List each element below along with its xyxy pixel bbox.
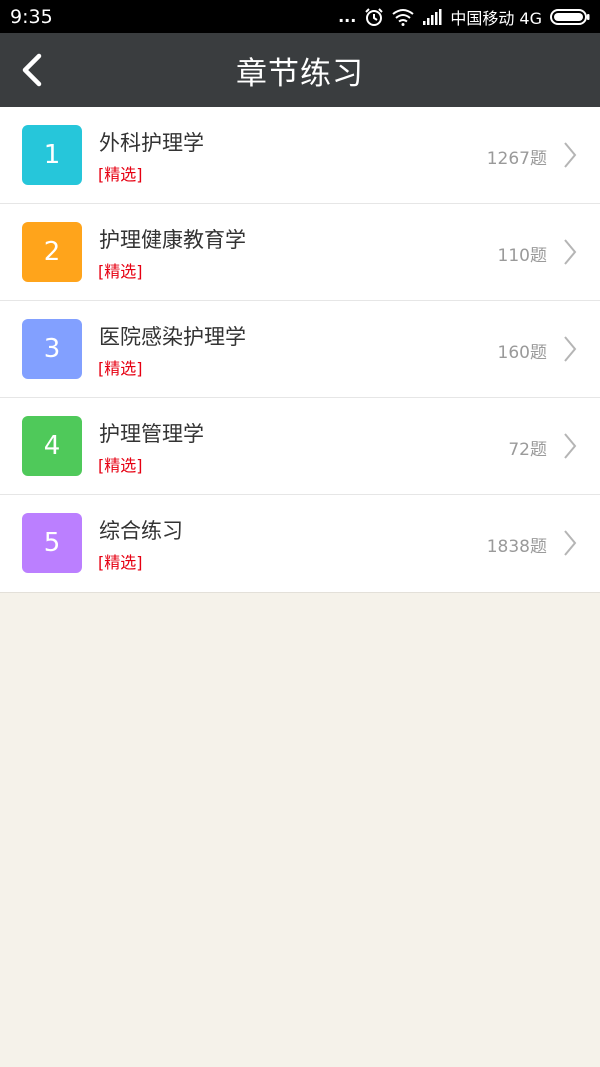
chapter-title: 综合练习 [99,519,183,543]
chevron-right-icon [564,433,577,459]
question-count: 160题 [497,343,547,363]
status-icons: ... 中国移动 4G [338,5,590,29]
chapter-number-badge: 4 [22,416,82,476]
chapter-number-badge: 5 [22,513,82,573]
chapter-row[interactable]: 2 护理健康教育学 [精选] 110题 [0,204,600,301]
chapter-title: 外科护理学 [99,131,204,155]
signal-icon [422,8,442,25]
chapter-number-badge: 3 [22,319,82,379]
chapter-number-badge: 1 [22,125,82,185]
back-icon [22,53,42,87]
chevron-right-icon [564,336,577,362]
status-bar: 9:35 ... 中国移动 4G [0,0,600,33]
chapter-row[interactable]: 4 护理管理学 [精选] 72题 [0,398,600,495]
chevron-right-icon [564,530,577,556]
featured-tag: [精选] [98,553,143,572]
question-count: 1267题 [486,149,547,169]
chapter-row[interactable]: 5 综合练习 [精选] 1838题 [0,495,600,592]
featured-tag: [精选] [98,456,143,475]
question-count: 72题 [508,440,547,460]
wifi-icon [392,8,414,26]
chapter-title: 医院感染护理学 [99,325,246,349]
featured-tag: [精选] [98,165,143,184]
chevron-right-icon [564,239,577,265]
question-count: 1838题 [486,537,547,557]
chevron-right-icon [564,142,577,168]
chapter-title: 护理健康教育学 [99,228,246,252]
chapter-list: 1 外科护理学 [精选] 1267题 2 护理健康教育学 [精选] 110题 3… [0,107,600,593]
status-time: 9:35 [10,5,53,28]
chapter-number-badge: 2 [22,222,82,282]
chapter-row[interactable]: 1 外科护理学 [精选] 1267题 [0,107,600,204]
back-button[interactable] [12,45,52,95]
carrier-label: 中国移动 4G [450,8,542,28]
chapter-row[interactable]: 3 医院感染护理学 [精选] 160题 [0,301,600,398]
chapter-title: 护理管理学 [99,422,204,446]
question-count: 110题 [497,246,547,266]
battery-icon [550,8,590,26]
featured-tag: [精选] [98,262,143,281]
more-dots: ... [338,7,357,26]
navigation-bar: 章节练习 [0,33,600,107]
alarm-icon [364,7,384,27]
featured-tag: [精选] [98,359,143,378]
page-title: 章节练习 [236,55,364,92]
